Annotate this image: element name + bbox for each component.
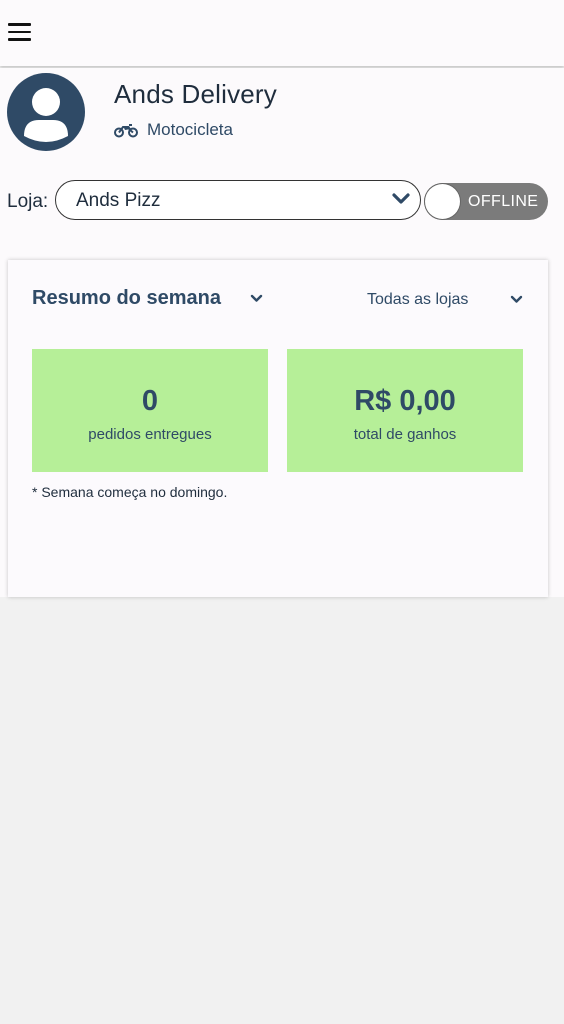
motorcycle-icon — [114, 124, 138, 138]
chevron-down-icon — [392, 193, 410, 204]
stat-delivered-orders: 0 pedidos entregues — [32, 349, 268, 472]
chevron-down-icon[interactable] — [510, 295, 523, 304]
vehicle-label: Motocicleta — [147, 120, 233, 139]
summary-title[interactable]: Resumo do semana — [32, 287, 221, 310]
stat-value: 0 — [141, 385, 159, 417]
stat-label: total de ganhos — [353, 426, 457, 443]
weekly-summary-card: Resumo do semana Todas as lojas 0 pedido… — [8, 260, 548, 597]
online-status-toggle[interactable]: OFFLINE — [424, 183, 548, 220]
vehicle-type: Motocicleta — [114, 120, 233, 140]
stat-label: pedidos entregues — [88, 426, 212, 443]
week-start-note: * Semana começa no domingo. — [32, 484, 228, 500]
store-label: Loja: — [7, 191, 49, 212]
chevron-down-icon[interactable] — [250, 294, 263, 303]
toggle-knob — [425, 184, 460, 219]
hamburger-icon[interactable] — [8, 22, 32, 42]
main-content: Ands Delivery Motocicleta Loja: Ands Piz… — [0, 68, 564, 597]
user-avatar-icon — [7, 73, 85, 151]
status-label: OFFLINE — [468, 193, 539, 210]
store-select-value: Ands Pizz — [76, 190, 161, 211]
store-select[interactable]: Ands Pizz — [55, 180, 421, 220]
top-app-bar — [0, 0, 564, 66]
store-filter-select[interactable]: Todas as lojas — [367, 291, 468, 309]
stat-total-earnings: R$ 0,00 total de ganhos — [287, 349, 523, 472]
driver-name: Ands Delivery — [114, 79, 277, 109]
stat-value: R$ 0,00 — [354, 385, 456, 417]
